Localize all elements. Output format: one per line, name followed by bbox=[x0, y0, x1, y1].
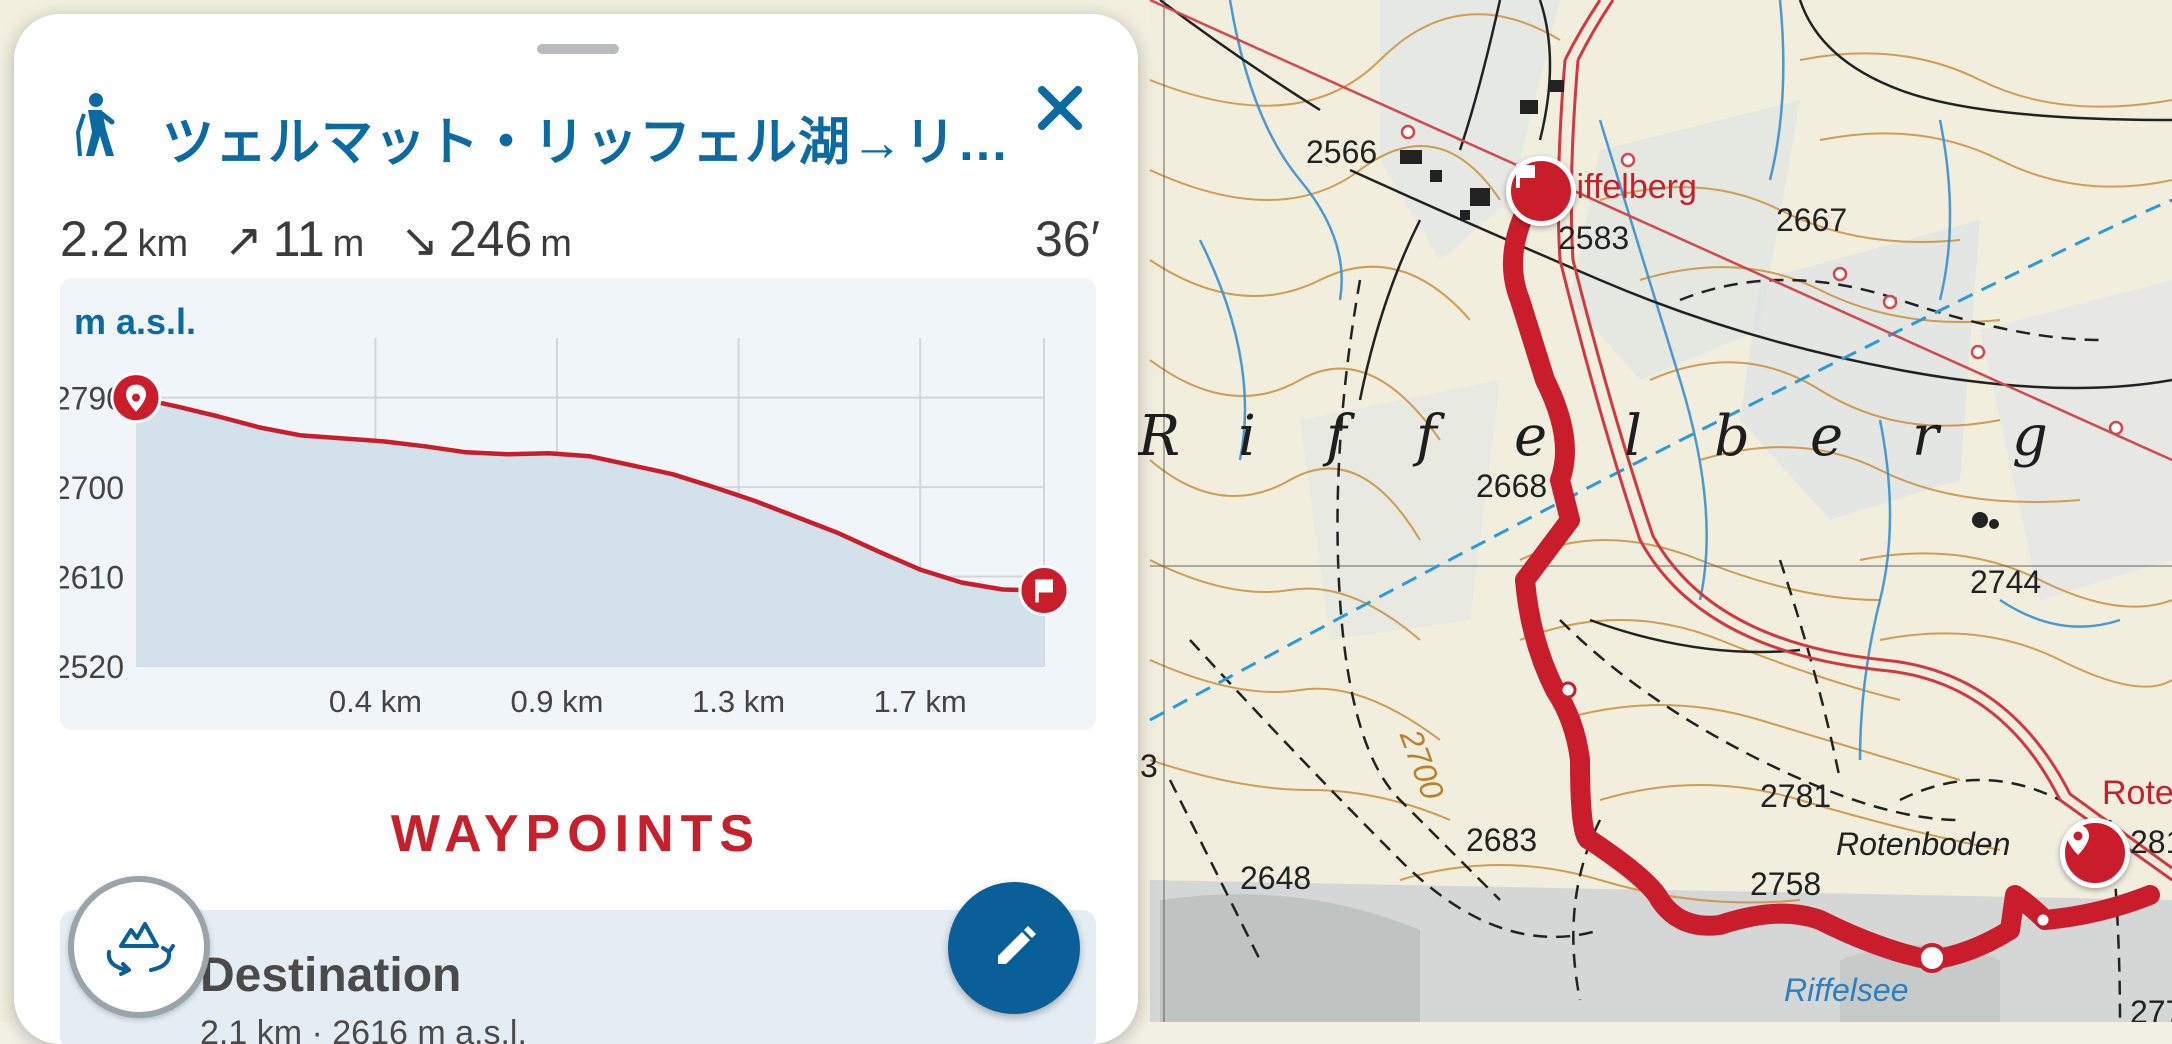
duration: 36′ bbox=[1035, 211, 1100, 267]
route-detail-panel: ツェルマット・リッフェル湖→リ… 2.2 km ↗ 11 m ↘ 246 m 36′ m a.… bbox=[14, 14, 1138, 1044]
elevation-label: 2758 bbox=[1750, 866, 1822, 902]
hiker-icon bbox=[75, 93, 115, 157]
y-axis-label: m a.s.l. bbox=[74, 301, 196, 342]
mountain-rotate-icon bbox=[106, 922, 175, 976]
area-letter: e bbox=[1514, 404, 1548, 469]
area-letter: b bbox=[1714, 404, 1750, 469]
place-rotenboden-red: Roten bbox=[2102, 774, 2172, 812]
elevation-label: 2583 bbox=[1558, 220, 1630, 256]
lake-riffelsee: Riffelsee bbox=[1784, 972, 1909, 1008]
elevation-profile-chart[interactable]: m a.s.l. 2790 2700 2610 2520 0.4 km 0.9 km 1.… bbox=[60, 278, 1096, 730]
area-letter: i bbox=[1238, 404, 1256, 469]
elevation-label: 2683 bbox=[1466, 822, 1538, 858]
pencil-icon bbox=[998, 926, 1036, 964]
map-switch-button[interactable] bbox=[68, 876, 210, 1018]
elevation-label: 281 bbox=[2130, 824, 2172, 860]
waypoints-heading: WAYPOINTS bbox=[390, 805, 762, 863]
close-icon[interactable] bbox=[1028, 76, 1092, 140]
place-rotenboden: Rotenboden bbox=[1836, 826, 2011, 862]
drag-handle[interactable] bbox=[537, 44, 619, 54]
route-title: ツェルマット・リッフェル湖→リ… bbox=[162, 114, 1011, 172]
edit-button[interactable] bbox=[948, 882, 1080, 1014]
area-letter: f bbox=[1326, 404, 1347, 469]
ascent-arrow-icon: ↗ bbox=[224, 214, 263, 266]
area-letter: r bbox=[1912, 404, 1939, 469]
map-start-pin-marker[interactable] bbox=[2060, 818, 2130, 888]
x-tick-label: 1.7 km bbox=[874, 684, 967, 719]
x-tick-label: 0.9 km bbox=[510, 684, 603, 719]
area-letter: R bbox=[1138, 404, 1181, 469]
elevation-area bbox=[136, 397, 1044, 666]
destination-label: Destination bbox=[200, 949, 462, 1002]
map-end-flag-marker[interactable] bbox=[1506, 156, 1576, 226]
x-tick-label: 0.4 km bbox=[329, 684, 422, 719]
y-tick-label: 2610 bbox=[60, 560, 124, 596]
y-tick-label: 2520 bbox=[60, 649, 124, 685]
location-pin-icon bbox=[2067, 825, 2089, 855]
ascent-unit: m bbox=[332, 223, 365, 265]
y-tick-label: 2700 bbox=[60, 470, 124, 506]
ascent-value: 11 bbox=[272, 211, 325, 267]
elevation-label: 3 bbox=[1140, 748, 1158, 784]
area-letter: e bbox=[1810, 404, 1844, 469]
elevation-label: 2668 bbox=[1476, 468, 1548, 504]
destination-waypoint-card[interactable]: Destination 2.1 km · 2616 m a.s.l. bbox=[60, 910, 1096, 1044]
area-letter: l bbox=[1624, 404, 1642, 469]
elevation-label: 2648 bbox=[1240, 860, 1312, 896]
elevation-label: 2744 bbox=[1970, 564, 2042, 600]
elevation-label: 2667 bbox=[1776, 202, 1848, 238]
area-letter: f bbox=[1416, 404, 1437, 469]
descent-unit: m bbox=[540, 223, 572, 265]
flag-icon bbox=[1516, 164, 1535, 188]
elevation-label: 2781 bbox=[1760, 778, 1832, 814]
area-letter: g bbox=[2012, 404, 2048, 469]
descent-value: 246 bbox=[448, 211, 533, 267]
route-stats: 2.2 km ↗ 11 m ↘ 246 m 36′ bbox=[60, 210, 1100, 270]
distance-value: 2.2 bbox=[60, 211, 130, 267]
elevation-chart-svg: m a.s.l. 2790270026102520 0.4 km 0.9 km 1.… bbox=[60, 301, 1070, 719]
x-tick-label: 1.3 km bbox=[692, 684, 785, 719]
descent-arrow-icon: ↘ bbox=[400, 214, 439, 266]
distance-unit: km bbox=[137, 223, 189, 265]
elevation-label: 277 bbox=[2130, 994, 2172, 1022]
destination-sub: 2.1 km · 2616 m a.s.l. bbox=[200, 1014, 527, 1044]
profile-start-pin bbox=[110, 372, 162, 424]
profile-end-flag bbox=[1018, 564, 1070, 616]
elevation-label: 2566 bbox=[1306, 134, 1378, 170]
